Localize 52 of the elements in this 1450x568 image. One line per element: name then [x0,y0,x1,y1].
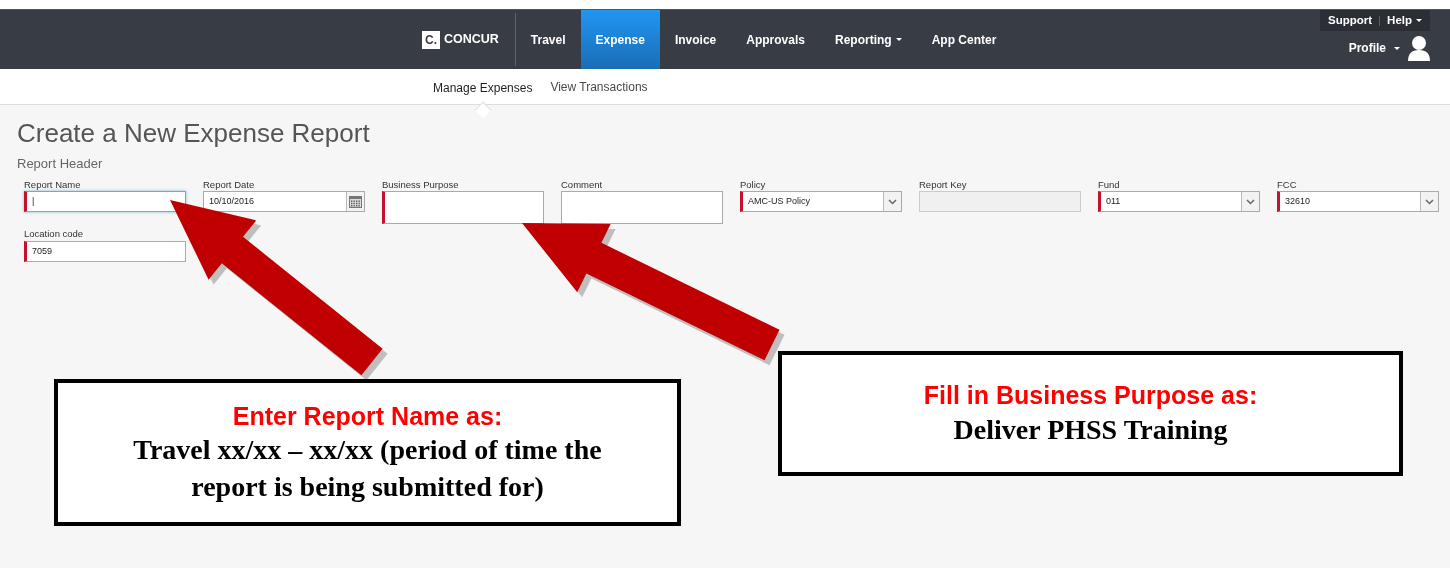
input-field[interactable] [919,191,1081,213]
calendar-icon[interactable] [349,196,362,208]
field-label: Location code [24,228,85,240]
nav-tab[interactable]: Approvals [731,10,820,69]
chevron-down-icon[interactable] [1425,199,1434,205]
date-field[interactable]: 10/10/2016 [203,191,365,213]
caret-icon [1416,19,1422,23]
field-value: | [32,195,35,209]
field-label: Report Name [24,179,82,191]
separator-mark: | [1378,13,1382,28]
select-field[interactable]: 32610 [1277,191,1439,213]
field-label: Fund [1098,179,1121,191]
input-field[interactable] [382,191,544,225]
nav-tab[interactable]: Travel [515,10,581,69]
field-label: FCC [1277,179,1298,191]
utility-link[interactable]: Support [1328,12,1373,30]
utility-link[interactable]: Help [1387,12,1422,30]
field-value: 10/10/2016 [209,195,255,209]
logo-icon: C. [422,30,440,49]
chevron-down-icon[interactable] [888,199,897,205]
field-label: Report Key [919,179,968,191]
callout-text: Deliver PHSS Training [953,412,1228,447]
profile-menu[interactable]: Profile [1348,39,1400,58]
user-avatar-icon[interactable] [1408,35,1430,62]
field-label: Business Purpose [382,179,460,191]
caret-icon [895,38,902,41]
callout-title: Fill in Business Purpose as: [923,380,1258,412]
input-field[interactable] [561,191,723,225]
input-field[interactable]: 7059 [24,240,186,262]
nav-tab[interactable]: Expense [580,10,660,69]
nav-tab[interactable]: App Center [916,10,1012,69]
field-value: 011 [1106,195,1121,209]
callout-text: Travel xx/xx – xx/xx (period of time the report is being submitted for) [132,433,603,504]
section-title: Report Header [17,154,104,173]
subnav-tab[interactable]: Manage Expenses [424,78,542,97]
field-value: 32610 [1285,195,1311,209]
field-label: Report Date [203,179,256,191]
logo-text: CONCUR [444,31,499,49]
page-title: Create a New Expense Report [17,119,371,148]
select-field[interactable]: AMC-US Policy [740,191,902,213]
nav-tab[interactable]: Invoice [659,10,732,69]
nav-tab[interactable]: Reporting [819,10,917,69]
field-label: Policy [740,179,767,191]
callout-title: Enter Report Name as: [232,400,503,432]
field-label: Comment [561,179,604,191]
select-field[interactable]: 011 [1098,191,1260,213]
field-value: AMC-US Policy [748,195,810,209]
subnav-tab[interactable]: View Transactions [541,77,657,96]
field-value: 7059 [32,244,53,258]
input-field[interactable]: | [24,191,186,213]
chevron-down-icon[interactable] [1246,199,1255,205]
caret-icon [1394,46,1400,50]
